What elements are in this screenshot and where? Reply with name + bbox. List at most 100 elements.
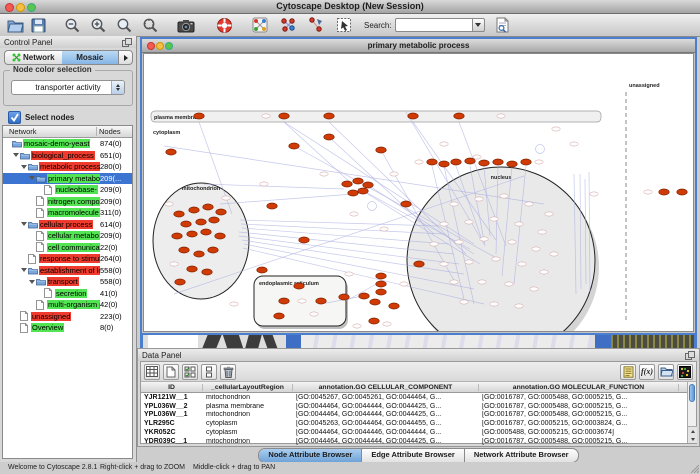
graph-node-small[interactable]: [535, 160, 543, 164]
graph-node[interactable]: [439, 161, 449, 167]
graph-node[interactable]: [324, 134, 334, 140]
graph-node[interactable]: [454, 113, 464, 119]
graph-node-small[interactable]: [455, 240, 463, 244]
graph-node[interactable]: [370, 299, 380, 305]
graph-node[interactable]: [267, 203, 277, 209]
table-row-ypl036w__2[interactable]: YPL036W__2plasma membrane[GO:0044464, GO…: [141, 402, 687, 411]
graph-node-small[interactable]: [497, 114, 505, 118]
graph-node[interactable]: [274, 313, 284, 319]
table-vertical-scrollbar[interactable]: [687, 382, 696, 443]
graph-node-small[interactable]: [475, 197, 483, 201]
resize-grip[interactable]: [691, 465, 699, 473]
table-row-ydr039c__1[interactable]: YDR039C__1mitochondrion[GO:0044464, GO:0…: [141, 437, 687, 446]
graph-node[interactable]: [376, 289, 386, 295]
graph-node[interactable]: [427, 159, 437, 165]
table-row-ykr052c[interactable]: YKR052Ccytoplasm[GO:0044464, GO:0044446,…: [141, 428, 687, 437]
search-input[interactable]: [395, 18, 472, 32]
graph-node-small[interactable]: [345, 272, 353, 276]
graph-node[interactable]: [181, 221, 191, 227]
new-attribute-icon[interactable]: [163, 364, 179, 380]
network-red-icon[interactable]: [278, 15, 298, 35]
tab-network-attribute-browser[interactable]: Network Attribute Browser: [464, 449, 578, 462]
graph-node-small[interactable]: [505, 282, 513, 286]
graph-node-small[interactable]: [545, 212, 553, 216]
tree-expand-icon[interactable]: [13, 153, 19, 157]
graph-node-small[interactable]: [465, 260, 473, 264]
graph-node[interactable]: [359, 293, 369, 299]
scrollbar-thumb[interactable]: [689, 384, 695, 402]
graph-node-small[interactable]: [260, 182, 268, 186]
network-canvas[interactable]: plasma membrane cytoplasm mitochondrion …: [143, 53, 694, 332]
graph-node-small[interactable]: [165, 202, 173, 206]
graph-node-small[interactable]: [262, 114, 270, 118]
graph-node[interactable]: [401, 201, 411, 207]
graph-node[interactable]: [348, 190, 358, 196]
graph-node-small[interactable]: [230, 302, 238, 306]
tree-item-metabolic-process[interactable]: metabolic process280(0): [3, 161, 132, 173]
graph-node[interactable]: [187, 266, 197, 272]
table-row-yjr121w__1[interactable]: YJR121W__1mitochondrion[GO:0045267, GO:0…: [141, 393, 687, 402]
float-panel-icon[interactable]: [122, 38, 132, 47]
graph-node-small[interactable]: [440, 262, 448, 266]
graph-node[interactable]: [172, 233, 182, 239]
graph-node[interactable]: [376, 273, 386, 279]
graph-node-small[interactable]: [490, 217, 498, 221]
column-header[interactable]: annotation.GO CELLULAR_COMPONENT: [293, 384, 479, 391]
graph-node[interactable]: [194, 113, 204, 119]
graph-node-small[interactable]: [570, 142, 578, 146]
graph-node-small[interactable]: [350, 212, 358, 216]
graph-node-small[interactable]: [530, 287, 538, 291]
tree-expand-icon[interactable]: [29, 176, 35, 180]
graph-node-small[interactable]: [590, 192, 598, 196]
graph-node-small[interactable]: [490, 302, 498, 306]
graph-node[interactable]: [289, 143, 299, 149]
window-titlebar[interactable]: Cytoscape Desktop (New Session): [0, 0, 700, 14]
graph-node-small[interactable]: [538, 230, 546, 234]
graph-node-small[interactable]: [320, 172, 328, 176]
select-attributes-icon[interactable]: [182, 364, 198, 380]
search-dropdown-icon[interactable]: [472, 18, 485, 32]
graph-node[interactable]: [324, 113, 334, 119]
table-row-ypl036w__1[interactable]: YPL036W__1mitochondrion[GO:0044464, GO:0…: [141, 411, 687, 420]
graph-node-small[interactable]: [380, 227, 388, 231]
graph-node[interactable]: [369, 318, 379, 324]
graph-node-small[interactable]: [170, 262, 178, 266]
graph-node[interactable]: [521, 159, 531, 165]
graph-node[interactable]: [358, 188, 368, 194]
graph-node[interactable]: [376, 147, 386, 153]
node-color-dropdown[interactable]: transporter activity: [11, 80, 125, 95]
tree-item-mosaic-demo-yeast[interactable]: mosaic-demo-yeast874(0): [3, 138, 132, 150]
search-advanced-icon[interactable]: [493, 15, 513, 35]
select-nodes-checkbox[interactable]: [8, 111, 21, 124]
graph-node-small[interactable]: [383, 322, 391, 326]
graph-node[interactable]: [408, 113, 418, 119]
graph-node[interactable]: [363, 182, 373, 188]
tree-item-cellular-metabo[interactable]: cellular metabo209(0): [3, 230, 132, 242]
tree-expand-icon[interactable]: [21, 268, 27, 272]
annotation-notes-icon[interactable]: [620, 364, 636, 380]
graph-node[interactable]: [451, 159, 461, 165]
camera-icon[interactable]: [176, 15, 196, 35]
graph-node[interactable]: [216, 209, 226, 215]
unselect-attributes-icon[interactable]: [201, 364, 217, 380]
save-icon[interactable]: [28, 15, 48, 35]
graph-node-small[interactable]: [480, 237, 488, 241]
graph-node[interactable]: [187, 231, 197, 237]
zoom-out-icon[interactable]: [62, 15, 82, 35]
graph-node[interactable]: [342, 181, 352, 187]
close-window-icon[interactable]: [5, 3, 14, 12]
column-header[interactable]: annotation.GO MOLECULAR_FUNCTION: [479, 384, 679, 391]
graph-node[interactable]: [376, 281, 386, 287]
tree-item-response-to-stimulu[interactable]: response to stimulu264(0): [3, 253, 132, 265]
graph-node[interactable]: [215, 233, 225, 239]
graph-node-small[interactable]: [478, 280, 486, 284]
graph-node-small[interactable]: [515, 304, 523, 308]
graph-node-small[interactable]: [450, 280, 458, 284]
graph-node-small[interactable]: [465, 220, 473, 224]
graph-node[interactable]: [189, 207, 199, 213]
graph-node[interactable]: [166, 149, 176, 155]
graph-node-small[interactable]: [540, 270, 548, 274]
open-icon[interactable]: [5, 15, 25, 35]
tab-edge-attribute-browser[interactable]: Edge Attribute Browser: [361, 449, 463, 462]
tree-item-primary-metabo[interactable]: primary metabo209(...: [3, 173, 132, 185]
